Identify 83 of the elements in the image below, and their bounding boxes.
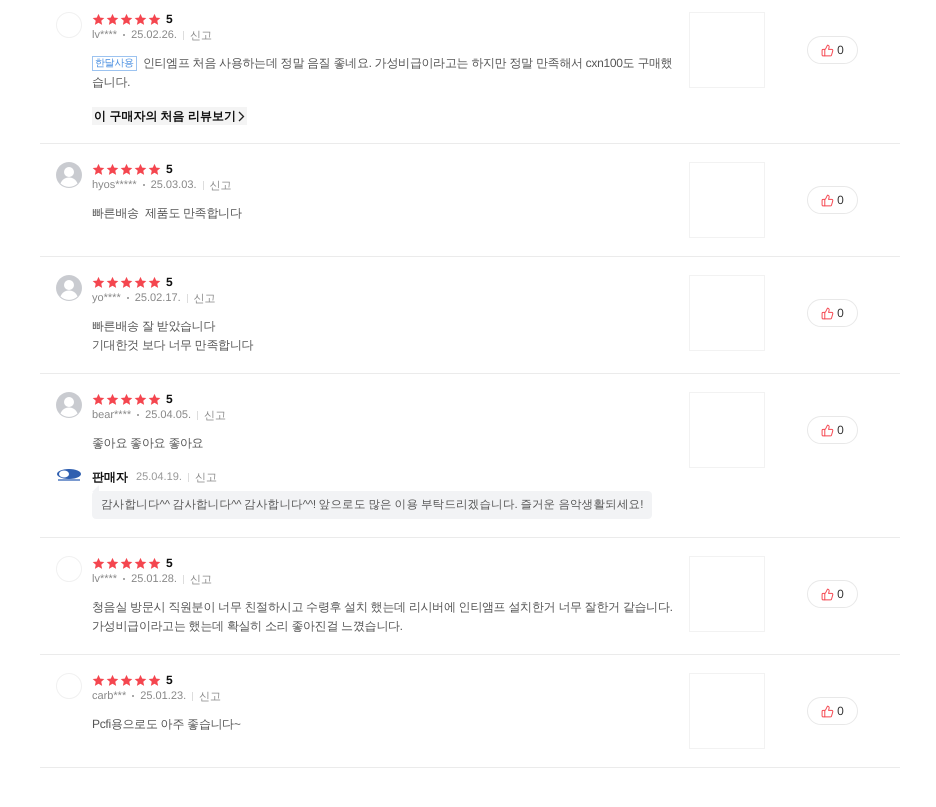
star-icon xyxy=(148,674,161,686)
user-name: lv**** xyxy=(92,573,118,585)
like-button[interactable]: 0 xyxy=(807,697,858,725)
review-text: 한달사용 인티엠프 처음 사용하는데 정말 음질 좋네요. 가성비급이라고는 하지만 정말 만족해서 cxn100도 구매했습니다. xyxy=(92,55,674,91)
review-text: 청음실 방문시 직원분이 너무 친절하시고 수령후 설치 했는데 리시버에 인티앰프 설치한거 너무 잘한거 같습니다. 가성비급이라고는 했는데 확실히 소리 좋아진걸 느꼈습니다. xyxy=(92,599,674,635)
review-text: 빠른배송 제품도 만족합니다 xyxy=(92,205,243,222)
chevron-right-icon xyxy=(238,110,246,122)
rating-score: 5 xyxy=(166,392,173,406)
usage-tag: 한달사용 xyxy=(92,56,137,71)
star-icon xyxy=(120,162,133,176)
report-link[interactable]: 신고 xyxy=(210,178,232,192)
star-icon xyxy=(106,392,119,406)
report-link[interactable]: 신고 xyxy=(204,408,226,422)
user-name: lv**** xyxy=(92,29,118,41)
rating-score: 5 xyxy=(166,275,173,289)
star-icon xyxy=(134,392,147,406)
star-icon xyxy=(92,12,105,26)
star-icon xyxy=(106,556,119,570)
review-date: 25.02.26. xyxy=(131,29,177,41)
like-button[interactable]: 0 xyxy=(807,36,858,64)
star-icon xyxy=(134,162,147,176)
user-name: bear**** xyxy=(92,409,132,421)
star-icon xyxy=(120,12,133,26)
star-icon xyxy=(92,162,105,176)
star-icon xyxy=(148,392,161,406)
review-date: 25.03.03. xyxy=(150,179,197,191)
seller-label: 판매자 xyxy=(92,468,128,486)
star-icon xyxy=(134,674,147,686)
thumbs-up-icon xyxy=(821,306,834,320)
star-icon xyxy=(106,276,119,288)
user-avatar xyxy=(56,392,82,418)
report-link[interactable]: 신고 xyxy=(190,28,212,42)
star-icon xyxy=(148,162,161,176)
seller-logo-icon xyxy=(56,468,82,482)
star-icon xyxy=(134,276,147,288)
star-icon xyxy=(106,674,119,686)
user-name: yo**** xyxy=(92,292,121,304)
review-date: 25.01.28. xyxy=(131,573,177,585)
report-link[interactable]: 신고 xyxy=(194,470,217,484)
review-text: 좋아요 좋아요 좋아요 xyxy=(92,435,204,452)
review-date: 25.01.23. xyxy=(140,690,186,702)
rating-score: 5 xyxy=(166,162,173,176)
first-review-link[interactable]: 이 구매자의 처음 리뷰보기 xyxy=(92,107,248,125)
thumbs-up-icon xyxy=(821,588,834,600)
like-button[interactable]: 0 xyxy=(807,299,858,327)
user-avatar xyxy=(56,162,82,188)
seller-reply: 감사합니다^^ 감사합니다^^ 감사합니다^^! 앞으로도 많은 이용 부탁드리겠습니다. 즐거운 음악생활되세요! xyxy=(92,485,652,519)
thumbs-up-icon xyxy=(821,194,834,206)
rating-score: 5 xyxy=(166,556,173,570)
star-icon xyxy=(120,276,133,288)
star-icon xyxy=(92,674,105,686)
report-link[interactable]: 신고 xyxy=(190,572,212,586)
star-icon xyxy=(92,276,105,288)
star-icon xyxy=(106,12,119,26)
star-icon xyxy=(120,392,133,406)
report-link[interactable]: 신고 xyxy=(199,688,222,704)
rating-score: 5 xyxy=(166,12,173,26)
star-icon xyxy=(148,12,161,26)
like-button[interactable]: 0 xyxy=(807,416,858,444)
reply-date: 25.04.19. xyxy=(136,471,182,483)
thumbs-up-icon xyxy=(821,704,834,718)
star-icon xyxy=(148,556,161,570)
star-icon xyxy=(120,674,133,686)
review-date: 25.02.17. xyxy=(134,292,181,304)
star-icon xyxy=(134,556,147,570)
review-date: 25.04.05. xyxy=(145,409,192,421)
thumbs-up-icon xyxy=(821,44,834,56)
star-icon xyxy=(148,276,161,288)
user-avatar xyxy=(56,275,82,301)
thumbs-up-icon xyxy=(821,424,834,436)
rating-score: 5 xyxy=(166,673,173,687)
review-text: 빠른배송 잘 받았습니다 기대한것 보다 너무 만족합니다 xyxy=(92,318,254,354)
report-link[interactable]: 신고 xyxy=(194,290,216,306)
like-button[interactable]: 0 xyxy=(807,580,858,608)
user-name: carb*** xyxy=(92,690,126,702)
star-icon xyxy=(120,556,133,570)
star-icon xyxy=(134,12,147,26)
star-icon xyxy=(92,392,105,406)
review-text: Pcfi용으로도 아주 좋습니다~ xyxy=(92,716,242,733)
star-icon xyxy=(92,556,105,570)
star-icon xyxy=(106,162,119,176)
user-name: hyos***** xyxy=(92,179,137,191)
like-button[interactable]: 0 xyxy=(807,186,858,214)
